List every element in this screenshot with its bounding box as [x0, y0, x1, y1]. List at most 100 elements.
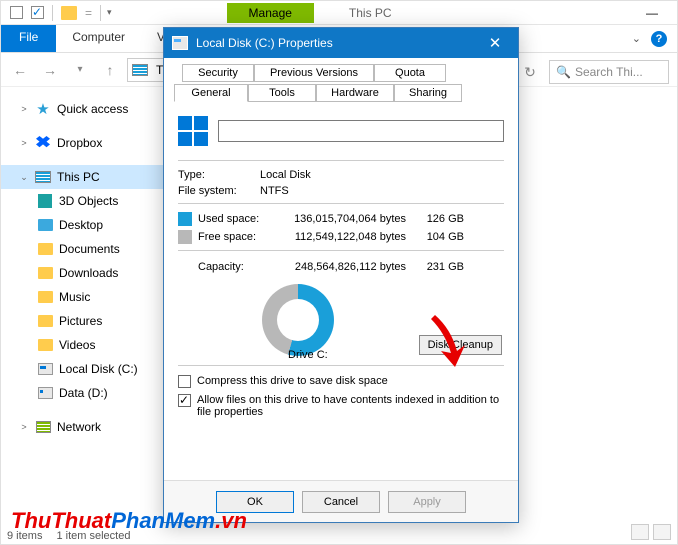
compress-checkbox[interactable]	[178, 375, 191, 388]
status-bar: 9 items 1 item selected	[7, 530, 130, 542]
history-dropdown[interactable]: ▾	[67, 57, 93, 83]
free-bytes: 112,549,122,048 bytes	[270, 231, 406, 243]
used-swatch	[178, 212, 192, 226]
tree-label: 3D Objects	[59, 194, 118, 208]
tree-label: Quick access	[57, 102, 128, 116]
3d-objects-icon	[38, 194, 52, 208]
tree-label: Music	[59, 290, 90, 304]
equals-icon: =	[85, 6, 92, 20]
tab-tools[interactable]: Tools	[248, 84, 316, 102]
capacity-bytes: 248,564,826,112 bytes	[270, 261, 406, 273]
tree-downloads[interactable]: Downloads	[1, 261, 172, 285]
tab-security[interactable]: Security	[182, 64, 254, 82]
tree-this-pc[interactable]: ⌄ This PC	[1, 165, 172, 189]
tree-label: Videos	[59, 338, 95, 352]
properties-dialog: Local Disk (C:) Properties ✕ Security Pr…	[163, 27, 519, 523]
back-button[interactable]: ←	[7, 57, 33, 83]
tab-general[interactable]: General	[174, 84, 248, 102]
dropbox-icon	[36, 136, 50, 150]
tree-music[interactable]: Music	[1, 285, 172, 309]
dialog-title: Local Disk (C:) Properties	[196, 36, 333, 50]
compress-label: Compress this drive to save disk space	[197, 375, 388, 387]
fs-label: File system:	[178, 185, 260, 197]
allow-index-checkbox[interactable]	[178, 394, 191, 407]
quick-access-toolbar: = ▾ Manage This PC —	[1, 1, 677, 25]
windows-logo-icon	[178, 116, 208, 146]
up-button[interactable]: ↑	[97, 57, 123, 83]
tab-sharing[interactable]: Sharing	[394, 84, 462, 102]
drive-name-input[interactable]	[218, 120, 504, 142]
drive-c-icon	[38, 363, 53, 375]
status-items: 9 items	[7, 530, 42, 542]
view-mode-buttons	[631, 524, 671, 540]
qat-checkbox-1[interactable]	[10, 6, 23, 19]
tab-hardware[interactable]: Hardware	[316, 84, 394, 102]
fs-value: NTFS	[260, 185, 289, 197]
tree-label: Downloads	[59, 266, 118, 280]
disk-cleanup-button[interactable]: Disk Cleanup	[419, 335, 502, 355]
tree-data-d[interactable]: Data (D:)	[1, 381, 172, 405]
downloads-icon	[38, 267, 53, 279]
qat-checkbox-2[interactable]	[31, 6, 44, 19]
refresh-button[interactable]: ↻	[517, 59, 543, 85]
capacity-pie-chart	[262, 284, 334, 356]
forward-button[interactable]: →	[37, 57, 63, 83]
minimize-button[interactable]: —	[632, 2, 672, 24]
free-swatch	[178, 230, 192, 244]
divider	[52, 5, 53, 21]
type-value: Local Disk	[260, 169, 311, 181]
videos-icon	[38, 339, 53, 351]
dropdown-caret-icon[interactable]: ▾	[107, 7, 112, 18]
folder-icon[interactable]	[61, 6, 77, 20]
tree-documents[interactable]: Documents	[1, 237, 172, 261]
navigation-tree[interactable]: >★ Quick access > Dropbox ⌄ This PC 3D O…	[1, 87, 173, 527]
tree-local-disk-c[interactable]: Local Disk (C:)	[1, 357, 172, 381]
status-selected: 1 item selected	[56, 530, 130, 542]
tree-label: Desktop	[59, 218, 103, 232]
help-icon[interactable]: ?	[651, 31, 667, 47]
manage-contextual-tab[interactable]: Manage	[227, 3, 314, 23]
drive-c-label: Drive C:	[288, 349, 328, 361]
close-button[interactable]: ✕	[480, 34, 510, 52]
dialog-tabs: Security Previous Versions Quota General…	[174, 64, 508, 106]
tree-videos[interactable]: Videos	[1, 333, 172, 357]
computer-tab[interactable]: Computer	[56, 25, 141, 52]
tree-label: This PC	[57, 170, 100, 184]
allow-index-label: Allow files on this drive to have conten…	[197, 394, 504, 418]
desktop-icon	[38, 219, 53, 231]
tree-label: Data (D:)	[59, 386, 108, 400]
documents-icon	[38, 243, 53, 255]
tree-desktop[interactable]: Desktop	[1, 213, 172, 237]
tree-network[interactable]: > Network	[1, 415, 172, 439]
network-icon	[36, 421, 51, 433]
tree-label: Documents	[59, 242, 120, 256]
dialog-titlebar[interactable]: Local Disk (C:) Properties ✕	[164, 28, 518, 58]
tree-label: Local Disk (C:)	[59, 362, 138, 376]
tab-quota[interactable]: Quota	[374, 64, 446, 82]
used-gb: 126 GB	[406, 213, 464, 225]
tree-label: Dropbox	[57, 136, 102, 150]
tree-label: Network	[57, 420, 101, 434]
details-view-button[interactable]	[631, 524, 649, 540]
drive-icon	[172, 36, 188, 50]
free-label: Free space:	[198, 231, 270, 243]
tree-label: Pictures	[59, 314, 102, 328]
search-input[interactable]: 🔍 Search Thi...	[549, 60, 669, 84]
tree-pictures[interactable]: Pictures	[1, 309, 172, 333]
file-tab[interactable]: File	[1, 25, 56, 52]
divider	[100, 5, 101, 21]
tree-quick-access[interactable]: >★ Quick access	[1, 97, 172, 121]
capacity-label: Capacity:	[178, 261, 270, 273]
large-icons-view-button[interactable]	[653, 524, 671, 540]
capacity-gb: 231 GB	[406, 261, 464, 273]
window-title: This PC	[349, 6, 392, 20]
tab-panel-general: Type:Local Disk File system:NTFS Used sp…	[174, 106, 508, 421]
tree-dropbox[interactable]: > Dropbox	[1, 131, 172, 155]
tab-previous-versions[interactable]: Previous Versions	[254, 64, 374, 82]
collapse-ribbon-icon[interactable]: ⌄	[632, 32, 641, 45]
cancel-button[interactable]: Cancel	[302, 491, 380, 513]
apply-button[interactable]: Apply	[388, 491, 466, 513]
tree-3d-objects[interactable]: 3D Objects	[1, 189, 172, 213]
free-gb: 104 GB	[406, 231, 464, 243]
used-label: Used space:	[198, 213, 270, 225]
